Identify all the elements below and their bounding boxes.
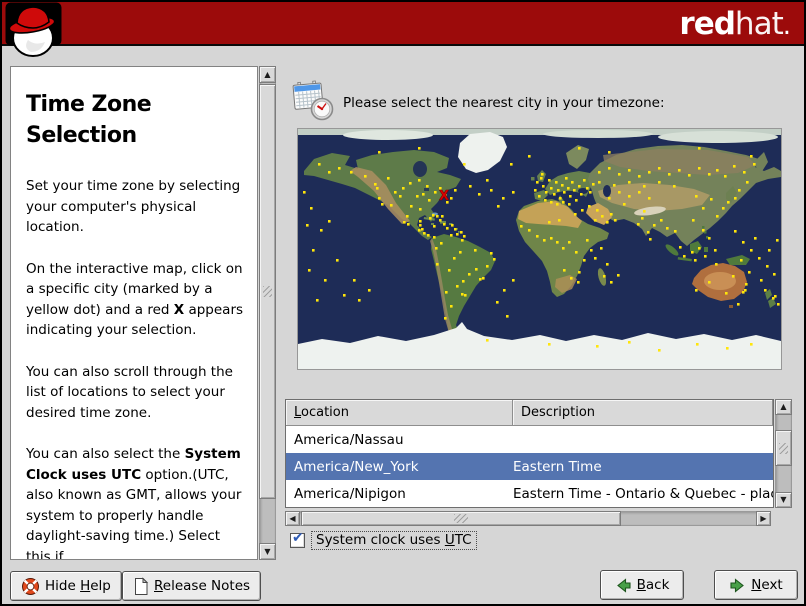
- hide-help-button[interactable]: Hide Help: [10, 571, 122, 601]
- down-arrow-icon: ▼: [264, 546, 271, 556]
- help-panel: Time Zone Selection Set your time zone b…: [10, 66, 258, 560]
- back-label: Back: [636, 577, 670, 593]
- list-hscrollbar-thumb[interactable]: [301, 511, 621, 526]
- right-arrow-icon: ▶: [760, 513, 767, 523]
- utc-checkbox[interactable]: ✔: [290, 530, 305, 548]
- help-paragraph: Set your time zone by selecting your com…: [26, 178, 241, 235]
- scroll-right-button[interactable]: ▶: [756, 511, 771, 526]
- left-arrow-icon: ◀: [289, 513, 296, 523]
- thumb-grip: [454, 514, 468, 523]
- document-icon: [135, 576, 149, 595]
- help-paragraph: You can also select the System Clock use…: [26, 446, 242, 560]
- back-arrow-icon: [616, 577, 631, 593]
- release-notes-label: Release Notes: [154, 578, 251, 594]
- column-header-location[interactable]: Location: [286, 400, 513, 426]
- scroll-down-button[interactable]: ▼: [259, 543, 276, 560]
- timezone-map[interactable]: X: [297, 128, 782, 370]
- redhat-wordmark: redhat.: [679, 6, 791, 42]
- list-vertical-scrollbar[interactable]: ▲ ▼: [775, 399, 792, 508]
- list-horizontal-scrollbar[interactable]: ◀ ▶: [285, 511, 771, 526]
- instruction-text: Please select the nearest city in your t…: [343, 95, 665, 111]
- column-header-description[interactable]: Description: [513, 400, 773, 426]
- check-icon: ✔: [292, 530, 304, 546]
- table-header-row: Location Description: [286, 400, 773, 426]
- utc-checkbox-row: ✔ System clock uses UTC: [290, 530, 477, 550]
- installer-window: redhat. Time Zone Selection Set your tim…: [0, 0, 806, 606]
- back-button[interactable]: Back: [600, 570, 684, 600]
- calendar-clock-icon: [290, 78, 336, 128]
- thumb-grip: [263, 286, 272, 297]
- thumb-grip: [779, 442, 788, 454]
- help-scrollbar[interactable]: ▲ ▼: [259, 66, 276, 560]
- release-notes-button[interactable]: Release Notes: [122, 571, 262, 601]
- list-scrollbar-thumb[interactable]: [775, 430, 792, 466]
- scroll-down-button[interactable]: ▼: [775, 492, 792, 508]
- help-paragraph: You can also scroll through the list of …: [26, 363, 233, 421]
- hide-help-label: Hide Help: [45, 578, 111, 594]
- next-arrow-icon: [730, 577, 745, 593]
- help-paragraph: On the interactive map, click on a speci…: [26, 260, 244, 339]
- table-row-selected[interactable]: America/New_York Eastern Time: [286, 453, 773, 480]
- table-row[interactable]: America/Nipigon Eastern Time - Ontario &…: [286, 480, 773, 507]
- timezone-list: Location Description America/Nassau Amer…: [285, 399, 774, 508]
- table-row[interactable]: America/Nassau: [286, 426, 773, 453]
- scroll-up-button[interactable]: ▲: [259, 66, 276, 83]
- next-label: Next: [751, 577, 783, 593]
- up-arrow-icon: ▲: [780, 402, 787, 411]
- help-scrollbar-thumb[interactable]: [259, 84, 276, 499]
- scroll-up-button[interactable]: ▲: [775, 399, 792, 415]
- help-title: Time Zone Selection: [26, 92, 152, 148]
- up-arrow-icon: ▲: [264, 69, 271, 79]
- selected-city-x-mark: X: [439, 189, 449, 204]
- redhat-shadowman-logo-icon: [5, 2, 65, 62]
- scroll-left-button[interactable]: ◀: [285, 511, 300, 526]
- down-arrow-icon: ▼: [780, 495, 787, 504]
- utc-checkbox-label[interactable]: System clock uses UTC: [311, 531, 477, 550]
- next-button[interactable]: Next: [714, 570, 798, 600]
- lifebuoy-icon: [22, 577, 39, 595]
